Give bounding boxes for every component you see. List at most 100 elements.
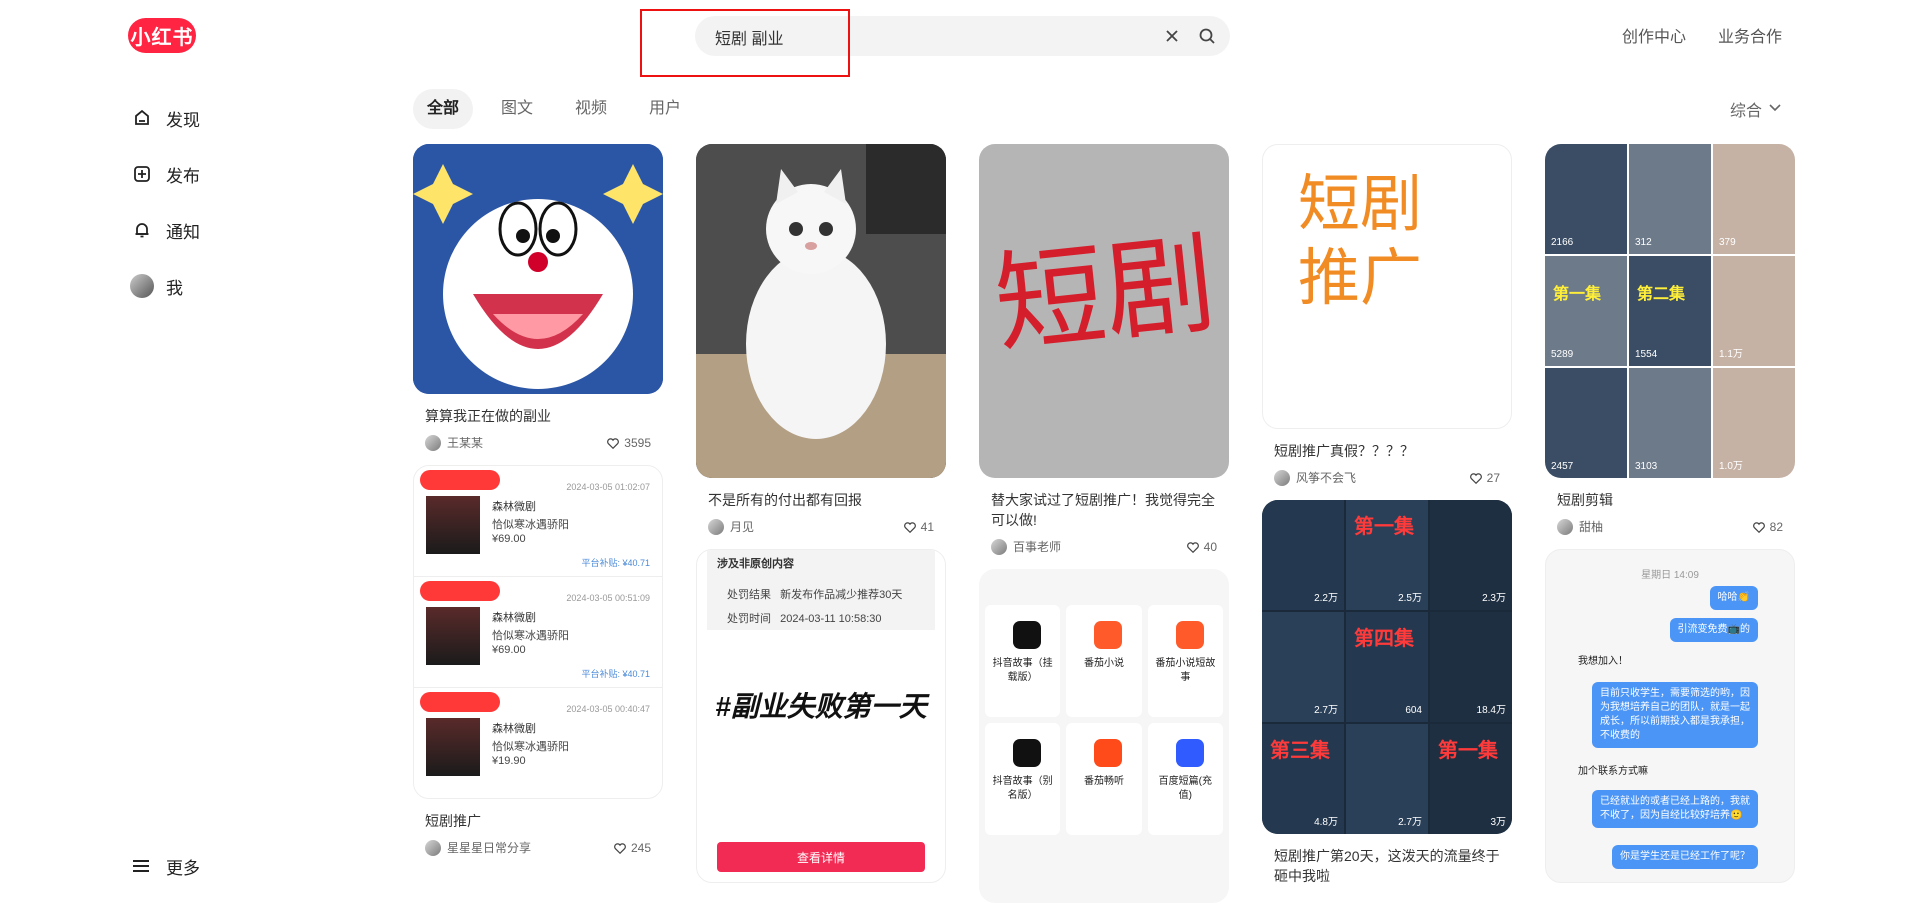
note-card[interactable]: 涉及非原创内容 处罚结果 新发布作品减少推荐30天 处罚时间 2024-03-1… (696, 549, 946, 883)
note-cover[interactable] (413, 144, 663, 394)
note-card[interactable]: 星期日 14:09 哈哈👏 引流变免费📺的 我想加入！ 目前只收学生，需要筛选的… (1545, 549, 1795, 883)
avatar (708, 518, 724, 535)
sidebar-item-publish[interactable]: 发布 (130, 146, 310, 202)
author[interactable]: 风筝不会飞 (1274, 469, 1356, 486)
grid-cell: 3103 (1629, 368, 1711, 478)
like-button[interactable]: 41 (903, 520, 934, 534)
note-cover[interactable]: 抖音故事（挂载版） 番茄小说 番茄小说短故事 抖音故事（别名版） 番茄畅听 百度… (979, 569, 1229, 903)
author-name: 王某某 (447, 436, 484, 450)
avatar (425, 434, 441, 451)
notice-row: 处罚时间 2024-03-11 10:58:30 (727, 610, 882, 626)
tab-image-text[interactable]: 图文 (487, 89, 547, 129)
note-title[interactable]: 短剧推广 (425, 811, 651, 831)
grid-cell: 2457 (1545, 368, 1627, 478)
note-meta: 风筝不会飞 27 (1274, 469, 1500, 486)
sidebar-item-discover[interactable]: 发现 (130, 90, 310, 146)
avatar (991, 538, 1007, 555)
avatar (1274, 469, 1290, 486)
like-button[interactable]: 82 (1752, 520, 1783, 534)
author[interactable]: 月见 (708, 518, 754, 535)
note-title[interactable]: 替大家试过了短剧推广！我觉得完全可以做! (991, 490, 1217, 530)
note-card[interactable]: 算算我正在做的副业 王某某 3595 (413, 144, 663, 451)
chat-message: 目前只收学生，需要筛选的哟，因为我想培养自己的团队，就是一起成长，所以前期投入都… (1592, 682, 1758, 748)
like-count: 82 (1769, 519, 1783, 534)
like-button[interactable]: 3595 (606, 436, 651, 450)
feed-column: 不是所有的付出都有回报 月见 41 涉及非原创内容 处罚结果 新发布作品减少推荐… (696, 144, 946, 897)
like-count: 40 (1203, 539, 1217, 554)
view-count: 2.2万 (1314, 593, 1338, 604)
clear-icon[interactable] (1161, 25, 1183, 47)
note-card[interactable]: 抖音故事（挂载版） 番茄小说 番茄小说短故事 抖音故事（别名版） 番茄畅听 百度… (979, 569, 1229, 903)
sidebar-item-me[interactable]: 我 (130, 258, 310, 314)
note-title[interactable]: 短剧推广真假？？？？ (1274, 441, 1500, 461)
sort-label: 综合 (1730, 103, 1763, 120)
view-count: 3103 (1635, 461, 1658, 472)
author[interactable]: 星星星日常分享 (425, 839, 531, 856)
xiaohongshu-logo[interactable]: 小红书 (128, 18, 196, 53)
note-title[interactable]: 短剧剪辑 (1557, 490, 1783, 510)
app-tile: 番茄小说短故事 (1147, 605, 1223, 717)
like-button[interactable]: 245 (613, 841, 651, 855)
note-cover[interactable] (696, 144, 946, 478)
collage-cell: 2.2万 (1262, 500, 1344, 610)
drama-thumbnail (426, 496, 480, 554)
note-card[interactable]: 2024-03-05 01:02:07 森林微剧 恰似寒冰遇骄阳 ¥69.00 … (413, 465, 663, 856)
like-button[interactable]: 27 (1469, 471, 1500, 485)
app-tile: 番茄小说 (1066, 605, 1142, 717)
note-cover[interactable]: 2.2万 第一集 2.5万 2.3万 2.7万 第四集 604 18.4万 第三集 4… (1262, 500, 1512, 834)
grid-cell: 2166 (1545, 144, 1627, 254)
note-cover[interactable]: 短剧 (979, 144, 1229, 478)
sidebar-more[interactable]: 更多 (130, 854, 200, 879)
like-button[interactable]: 40 (1186, 540, 1217, 554)
handwriting-line: 短剧 (1298, 167, 1423, 240)
author[interactable]: 甜柚 (1557, 518, 1603, 535)
collage-cell: 第一集 3万 (1430, 724, 1512, 834)
sidebar-item-label: 我 (166, 278, 183, 298)
heart-icon (1186, 541, 1199, 553)
view-count: 5289 (1551, 349, 1574, 360)
view-count: 1.0万 (1719, 461, 1743, 472)
view-count: 2166 (1551, 237, 1574, 248)
collage-cell: 2.7万 (1262, 612, 1344, 722)
more-label: 更多 (166, 859, 200, 878)
douyin-icon (1013, 621, 1041, 649)
note-card[interactable]: 短剧 推广 短剧推广真假？？？？ 风筝不会飞 27 (1262, 144, 1512, 486)
like-count: 3595 (624, 435, 651, 450)
note-cover[interactable]: 短剧 推广 (1262, 144, 1512, 429)
video-collage: 2.2万 第一集 2.5万 2.3万 2.7万 第四集 604 18.4万 第三集 4… (1262, 500, 1512, 834)
note-card[interactable]: 2.2万 第一集 2.5万 2.3万 2.7万 第四集 604 18.4万 第三集 4… (1262, 500, 1512, 886)
listen-icon (1094, 739, 1123, 767)
filter-tabs: 全部 图文 视频 用户 (413, 89, 695, 129)
note-cover[interactable]: 2024-03-05 01:02:07 森林微剧 恰似寒冰遇骄阳 ¥69.00 … (413, 465, 663, 799)
sidebar-item-notifications[interactable]: 通知 (130, 202, 310, 258)
note-title[interactable]: 不是所有的付出都有回报 (708, 490, 934, 510)
tab-users[interactable]: 用户 (635, 89, 695, 129)
note-title[interactable]: 短剧推广第20天，这泼天的流量终于砸中我啦 (1274, 846, 1500, 886)
note-card[interactable]: 不是所有的付出都有回报 月见 41 (696, 144, 946, 535)
author[interactable]: 王某某 (425, 434, 483, 451)
note-cover[interactable]: 涉及非原创内容 处罚结果 新发布作品减少推荐30天 处罚时间 2024-03-1… (696, 549, 946, 883)
note-cover[interactable]: 2166 312 379 第一集 5289 第二集 1554 1.1万 2457 3… (1545, 144, 1795, 478)
author[interactable]: 百事老师 (991, 538, 1061, 555)
search-icon[interactable] (1196, 25, 1218, 47)
drama-thumbnail (426, 607, 480, 665)
note-card[interactable]: 短剧 替大家试过了短剧推广！我觉得完全可以做! 百事老师 40 (979, 144, 1229, 555)
tab-all[interactable]: 全部 (413, 89, 474, 129)
note-card[interactable]: 2166 312 379 第一集 5289 第二集 1554 1.1万 2457 3… (1545, 144, 1795, 535)
sort-dropdown[interactable]: 综合 (1730, 97, 1782, 121)
avatar (130, 274, 154, 298)
view-count: 3万 (1490, 817, 1506, 828)
note-title[interactable]: 算算我正在做的副业 (425, 406, 651, 426)
app-tile: 抖音故事（挂载版） (985, 605, 1061, 717)
baidu-icon (1175, 739, 1204, 767)
search-input[interactable] (713, 16, 1147, 58)
note-cover[interactable]: 星期日 14:09 哈哈👏 引流变免费📺的 我想加入！ 目前只收学生，需要筛选的… (1545, 549, 1795, 883)
chat-message: 哈哈👏 (1709, 586, 1758, 610)
creator-center-link[interactable]: 创作中心 (1622, 23, 1686, 47)
view-count: 2.7万 (1314, 705, 1338, 716)
business-cooperation-link[interactable]: 业务合作 (1718, 23, 1782, 47)
chat-date: 星期日 14:09 (1641, 570, 1699, 581)
tab-video[interactable]: 视频 (561, 89, 621, 129)
search-bar[interactable] (695, 16, 1230, 58)
order-app: 森林微剧 (492, 723, 536, 735)
